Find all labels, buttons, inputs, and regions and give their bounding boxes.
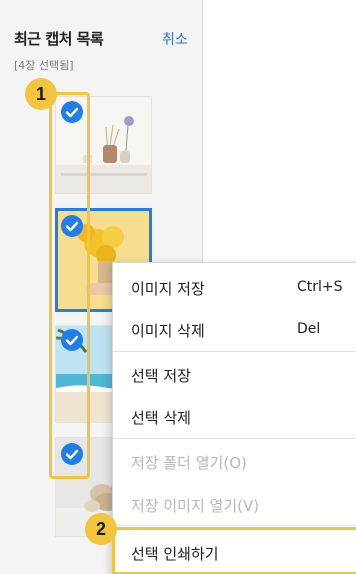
panel-title: 최근 캡처 목록 — [14, 30, 104, 48]
menu-separator — [113, 438, 356, 439]
checkbox-column-highlight — [49, 92, 90, 479]
shortcut-label: Del — [297, 321, 321, 337]
menu-item-save-image[interactable]: 이미지 저장 Ctrl+S — [113, 266, 356, 308]
menu-item-delete-selection[interactable]: 선택 삭제 — [113, 395, 356, 437]
step-badge-2: 2 — [85, 513, 117, 545]
menu-item-label: 선택 삭제 — [131, 409, 191, 427]
menu-item-label: 선택 저장 — [131, 367, 191, 385]
menu-separator — [113, 351, 356, 352]
menu-item-label: 저장 이미지 열기(V) — [131, 497, 260, 515]
menu-item-delete-image[interactable]: 이미지 삭제 Del — [113, 308, 356, 350]
cancel-button[interactable]: 취소 — [162, 29, 188, 49]
menu-item-label: 이미지 삭제 — [131, 322, 205, 340]
step-badge-1: 1 — [25, 78, 57, 110]
menu-item-open-save-folder: 저장 폴더 열기(O) — [113, 440, 356, 482]
print-selection-highlight — [112, 527, 356, 574]
menu-item-save-selection[interactable]: 선택 저장 — [113, 353, 356, 395]
menu-item-label: 이미지 저장 — [131, 280, 205, 298]
menu-item-label: 저장 폴더 열기(O) — [131, 454, 247, 472]
menu-separator — [113, 525, 356, 526]
shortcut-label: Ctrl+S — [297, 279, 343, 295]
menu-item-open-saved-image: 저장 이미지 열기(V) — [113, 483, 356, 525]
selected-count-label: [4장 선택됨] — [14, 59, 74, 72]
